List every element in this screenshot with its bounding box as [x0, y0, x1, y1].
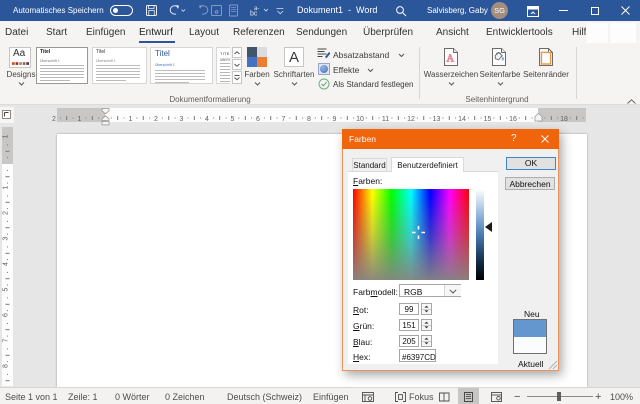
svg-text:6: 6: [256, 116, 260, 122]
svg-text:3: 3: [3, 236, 10, 240]
svg-text:12: 12: [407, 116, 415, 122]
svg-text:18: 18: [560, 116, 568, 122]
svg-text:9: 9: [333, 116, 337, 122]
svg-text:11: 11: [382, 116, 389, 122]
svg-text:14: 14: [458, 116, 466, 122]
svg-text:7: 7: [3, 338, 10, 342]
svg-text:5: 5: [231, 116, 235, 122]
svg-text:2: 2: [154, 116, 158, 122]
svg-text:15: 15: [484, 116, 492, 122]
svg-text:1: 1: [129, 116, 133, 122]
svg-text:bc: bc: [250, 11, 258, 18]
svg-text:10: 10: [356, 116, 364, 122]
svg-text:16: 16: [509, 116, 517, 122]
svg-text:4: 4: [205, 116, 209, 122]
svg-text:5: 5: [3, 287, 10, 291]
svg-text:A: A: [447, 54, 455, 65]
svg-text:1: 1: [78, 116, 82, 122]
svg-text:2: 2: [52, 116, 56, 122]
svg-text:1: 1: [3, 134, 10, 138]
svg-text:3: 3: [180, 116, 184, 122]
svg-text:4: 4: [3, 262, 10, 266]
svg-text:8: 8: [307, 116, 311, 122]
svg-text:2: 2: [3, 211, 10, 215]
svg-text:1: 1: [3, 185, 10, 189]
svg-text:8: 8: [3, 364, 10, 368]
svg-text:6: 6: [3, 313, 10, 317]
svg-text:13: 13: [433, 116, 441, 122]
svg-text:7: 7: [282, 116, 286, 122]
